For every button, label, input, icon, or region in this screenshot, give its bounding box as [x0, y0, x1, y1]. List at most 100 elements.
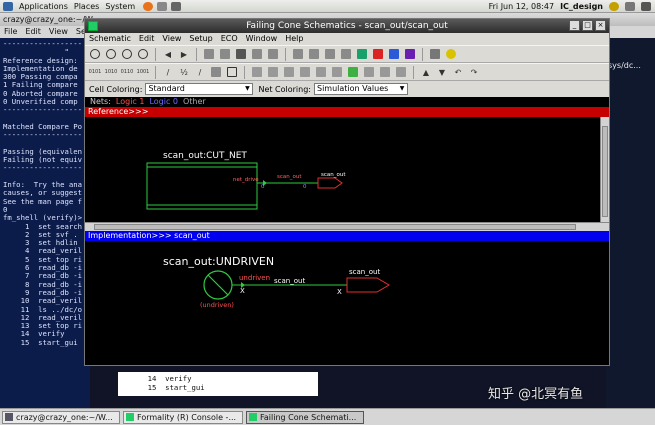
network-icon[interactable]: [625, 1, 635, 11]
mail-icon[interactable]: [157, 1, 168, 11]
menu-view[interactable]: View: [162, 33, 181, 45]
zoom-rect-icon[interactable]: [136, 47, 150, 61]
zoom-fit-icon[interactable]: [88, 47, 102, 61]
maximize-button[interactable]: □: [582, 20, 593, 31]
logic-pattern-3-icon[interactable]: 0110: [120, 65, 134, 79]
compare-icon[interactable]: [387, 47, 401, 61]
failing-cone-window: Failing Cone Schematics - scan_out/scan_…: [84, 18, 610, 366]
terminal-output[interactable]: ------------------ " Reference design: Imp…: [0, 38, 90, 408]
select-icon[interactable]: [225, 65, 239, 79]
redo-icon[interactable]: ↷: [467, 65, 481, 79]
info-icon[interactable]: [444, 47, 458, 61]
reference-vertical-scrollbar[interactable]: [600, 117, 609, 231]
probe-icon[interactable]: [291, 47, 305, 61]
taskbar: crazy@crazy_one:~/W... Formality (R) Con…: [0, 408, 655, 425]
logic-pattern-2-icon[interactable]: 1010: [104, 65, 118, 79]
implementation-output-port[interactable]: [346, 277, 390, 293]
reference-horizontal-scrollbar[interactable]: [85, 222, 609, 231]
pencil-icon[interactable]: /: [161, 65, 175, 79]
taskbar-item-terminal-label: crazy@crazy_one:~/W...: [16, 412, 113, 422]
green-check-icon[interactable]: [346, 65, 360, 79]
path-icon[interactable]: [266, 47, 280, 61]
forward-arrow-icon[interactable]: ▶: [177, 47, 191, 61]
user-name[interactable]: IC_design: [560, 2, 603, 11]
logic-pattern-1-icon[interactable]: 0101: [88, 65, 102, 79]
terminal-launcher-icon[interactable]: [171, 1, 182, 11]
table-icon[interactable]: [378, 65, 392, 79]
grid-5-icon[interactable]: [314, 65, 328, 79]
clock[interactable]: Fri Jun 12, 08:47: [489, 2, 554, 11]
isolate-icon[interactable]: [323, 47, 337, 61]
implementation-driver-label: undriven: [239, 274, 271, 282]
zoom-out-icon[interactable]: [120, 47, 134, 61]
color-cell-icon[interactable]: [355, 47, 369, 61]
menu-eco[interactable]: ECO: [221, 33, 238, 45]
color-net-icon[interactable]: [371, 47, 385, 61]
menu-setup[interactable]: Setup: [189, 33, 212, 45]
toolbar-secondary: 0101 1010 0110 1001 / ½ / ▲ ▼ ↶ ↷: [85, 63, 609, 81]
terminal-menu-file[interactable]: File: [4, 26, 17, 38]
connect-icon[interactable]: [394, 65, 408, 79]
grid-6-icon[interactable]: [330, 65, 344, 79]
net-coloring-select[interactable]: Simulation Values ▼: [314, 83, 408, 95]
grid-1-icon[interactable]: [250, 65, 264, 79]
implementation-port-label: scan_out: [349, 268, 381, 276]
updates-icon[interactable]: [609, 1, 619, 11]
menu-applications[interactable]: Applications: [19, 2, 68, 11]
taskbar-item-terminal[interactable]: crazy@crazy_one:~/W...: [2, 410, 120, 424]
implementation-schematic[interactable]: scan_out:UNDRIVEN undriven (undriven) sc…: [85, 241, 609, 341]
grid-2-icon[interactable]: [266, 65, 280, 79]
cell-coloring-value: Standard: [148, 84, 185, 93]
taskbar-item-formality-console[interactable]: Formality (R) Console -...: [123, 410, 243, 424]
nets-label: Nets:: [90, 97, 111, 106]
reference-pin-value: 0: [261, 184, 265, 190]
menu-edit[interactable]: Edit: [139, 33, 155, 45]
undo-icon[interactable]: ↶: [451, 65, 465, 79]
watermark: 知乎 @北冥有鱼: [488, 387, 584, 402]
window-titlebar[interactable]: Failing Cone Schematics - scan_out/scan_…: [85, 19, 609, 33]
logic-pattern-4-icon[interactable]: 1001: [136, 65, 150, 79]
cell-coloring-select[interactable]: Standard ▼: [145, 83, 254, 95]
grid-4-icon[interactable]: [298, 65, 312, 79]
terminal-line: ------------------: [3, 163, 83, 173]
reference-output-port[interactable]: [317, 177, 343, 189]
expand-fanin-icon[interactable]: [202, 47, 216, 61]
menu-system[interactable]: System: [105, 2, 135, 11]
reference-schematic[interactable]: scan_out:CUT_NET net_drive 0 scan_out 0 …: [85, 117, 609, 231]
terminal-line: ------------------: [3, 105, 83, 115]
minimize-button[interactable]: _: [569, 20, 580, 31]
implementation-header: Implementation>>> scan_out: [85, 231, 609, 241]
menu-places[interactable]: Places: [74, 2, 99, 11]
menu-window[interactable]: Window: [246, 33, 278, 45]
print-icon[interactable]: [428, 47, 442, 61]
show-cone-icon[interactable]: [234, 47, 248, 61]
separator: [155, 65, 156, 79]
volume-icon[interactable]: [641, 1, 651, 11]
zoom-in-icon[interactable]: [104, 47, 118, 61]
grid-3-icon[interactable]: [282, 65, 296, 79]
expand-fanout-icon[interactable]: [218, 47, 232, 61]
toolbar-primary: ◀ ▶: [85, 45, 609, 63]
terminal-menu-edit[interactable]: Edit: [25, 26, 41, 38]
trace-icon[interactable]: [307, 47, 321, 61]
terminal-menu-view[interactable]: View: [49, 26, 68, 38]
separator: [244, 65, 245, 79]
close-button[interactable]: ×: [595, 20, 606, 31]
brush-icon[interactable]: /: [193, 65, 207, 79]
menu-schematic[interactable]: Schematic: [89, 33, 131, 45]
collapse-icon[interactable]: [339, 47, 353, 61]
half-icon[interactable]: ½: [177, 65, 191, 79]
back-arrow-icon[interactable]: ◀: [161, 47, 175, 61]
schematic-icon: [249, 413, 257, 421]
down-icon[interactable]: ▼: [435, 65, 449, 79]
desktop: Applications Places System Fri Jun 12, 0…: [0, 0, 655, 425]
reference-cell-box[interactable]: [146, 162, 258, 210]
taskbar-item-failing-cone[interactable]: Failing Cone Schemati...: [246, 410, 364, 424]
menu-help[interactable]: Help: [285, 33, 303, 45]
highlight-icon[interactable]: [250, 47, 264, 61]
fill-icon[interactable]: [209, 65, 223, 79]
mark-icon[interactable]: [403, 47, 417, 61]
firefox-icon[interactable]: [143, 1, 154, 11]
up-icon[interactable]: ▲: [419, 65, 433, 79]
list-icon[interactable]: [362, 65, 376, 79]
